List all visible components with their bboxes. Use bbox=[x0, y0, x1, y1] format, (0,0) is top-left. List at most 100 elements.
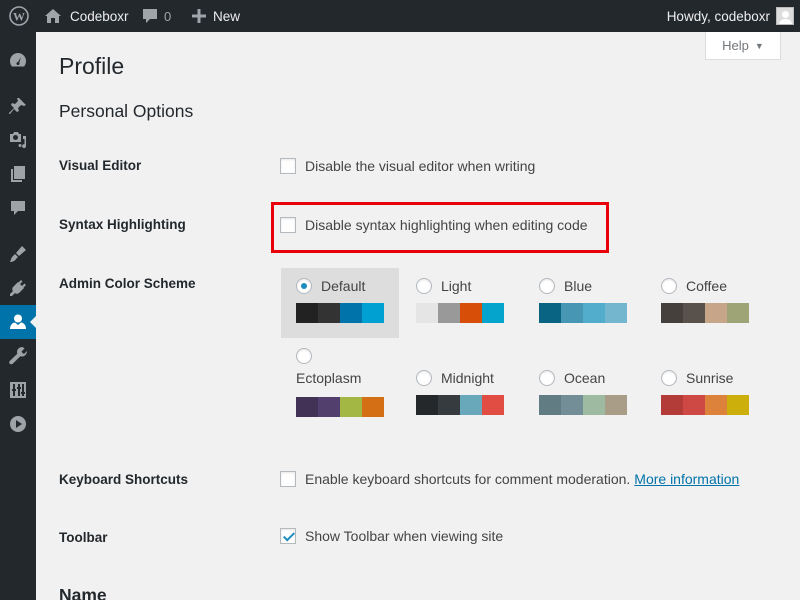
new-content-button[interactable]: New bbox=[192, 0, 240, 32]
swatch bbox=[296, 397, 318, 417]
swatch bbox=[661, 303, 683, 323]
swatch bbox=[705, 395, 727, 415]
new-label: New bbox=[213, 8, 241, 24]
scheme-radio[interactable] bbox=[539, 278, 555, 294]
scheme-name: Blue bbox=[564, 278, 593, 294]
swatch bbox=[482, 303, 504, 323]
home-icon bbox=[45, 9, 61, 23]
toolbar-option-text: Show Toolbar when viewing site bbox=[305, 528, 504, 544]
swatch bbox=[539, 303, 561, 323]
visual-editor-option[interactable]: Disable the visual editor when writing bbox=[280, 158, 535, 174]
sidebar-item-dashboard[interactable] bbox=[0, 43, 36, 77]
wordpress-logo-icon: W bbox=[9, 6, 29, 26]
scheme-option-ocean[interactable]: Ocean bbox=[524, 360, 642, 430]
scheme-option-ectoplasm[interactable]: Ectoplasm bbox=[281, 340, 399, 417]
syntax-highlighting-option[interactable]: Disable syntax highlighting when editing… bbox=[280, 217, 588, 233]
swatch bbox=[460, 395, 482, 415]
comments-link[interactable]: 0 bbox=[142, 0, 171, 32]
visual-editor-checkbox[interactable] bbox=[280, 158, 296, 174]
sidebar-item-pages[interactable] bbox=[0, 157, 36, 191]
toolbar-checkbox[interactable] bbox=[280, 528, 296, 544]
comment-bubble-icon bbox=[143, 9, 157, 23]
sidebar-item-posts[interactable] bbox=[0, 89, 36, 123]
swatch bbox=[605, 395, 627, 415]
toolbar-label: Toolbar bbox=[59, 530, 108, 545]
scheme-radio[interactable] bbox=[296, 348, 312, 364]
visual-editor-label: Visual Editor bbox=[59, 158, 142, 173]
syntax-highlighting-label: Syntax Highlighting bbox=[59, 217, 186, 232]
avatar bbox=[776, 7, 794, 25]
toolbar-option[interactable]: Show Toolbar when viewing site bbox=[280, 528, 503, 544]
scheme-option-coffee[interactable]: Coffee bbox=[646, 268, 764, 338]
site-name: Codeboxr bbox=[70, 8, 129, 24]
swatch bbox=[296, 303, 318, 323]
comments-count: 0 bbox=[164, 8, 172, 24]
scheme-swatches bbox=[539, 303, 627, 323]
swatch bbox=[683, 303, 705, 323]
scheme-radio[interactable] bbox=[416, 278, 432, 294]
tools-icon bbox=[9, 347, 27, 365]
sidebar-item-media[interactable] bbox=[0, 123, 36, 157]
scheme-option-default[interactable]: Default bbox=[281, 268, 399, 338]
admin-bar: W Codeboxr 0 New Howdy, codeboxr bbox=[0, 0, 800, 32]
settings-icon bbox=[10, 382, 26, 398]
syntax-highlighting-checkbox[interactable] bbox=[280, 217, 296, 233]
more-information-link[interactable]: More information bbox=[634, 471, 739, 487]
sidebar-item-plugins[interactable] bbox=[0, 271, 36, 305]
caret-down-icon: ▼ bbox=[754, 40, 764, 51]
users-icon bbox=[10, 314, 26, 329]
scheme-option-light[interactable]: Light bbox=[401, 268, 519, 338]
keyboard-shortcuts-checkbox[interactable] bbox=[280, 471, 296, 487]
scheme-radio[interactable] bbox=[539, 370, 555, 386]
keyboard-shortcuts-label: Keyboard Shortcuts bbox=[59, 472, 189, 487]
swatch bbox=[416, 303, 438, 323]
swatch bbox=[340, 397, 362, 417]
swatch bbox=[318, 397, 340, 417]
scheme-name: Coffee bbox=[686, 278, 727, 294]
sidebar-item-comments[interactable] bbox=[0, 191, 36, 225]
swatch bbox=[661, 395, 683, 415]
scheme-name: Midnight bbox=[441, 370, 494, 386]
scheme-radio[interactable] bbox=[416, 370, 432, 386]
swatch bbox=[583, 395, 605, 415]
swatch bbox=[460, 303, 482, 323]
pages-icon bbox=[11, 166, 25, 182]
scheme-option-blue[interactable]: Blue bbox=[524, 268, 642, 338]
swatch bbox=[583, 303, 605, 323]
keyboard-shortcuts-option[interactable]: Enable keyboard shortcuts for comment mo… bbox=[280, 471, 739, 487]
scheme-name: Sunrise bbox=[686, 370, 734, 386]
scheme-swatches bbox=[296, 303, 384, 323]
swatch bbox=[727, 303, 749, 323]
scheme-name: Default bbox=[321, 278, 366, 294]
appearance-icon bbox=[10, 246, 26, 262]
comments-icon bbox=[11, 201, 25, 215]
section-heading-personal-options: Personal Options bbox=[59, 101, 194, 121]
howdy-text: Howdy, codeboxr bbox=[666, 8, 770, 24]
scheme-name: Ectoplasm bbox=[296, 370, 362, 386]
swatch bbox=[362, 303, 384, 323]
scheme-radio[interactable] bbox=[296, 278, 312, 294]
scheme-name: Light bbox=[441, 278, 472, 294]
help-tab-button[interactable]: Help ▼ bbox=[705, 32, 781, 60]
sidebar-item-users[interactable] bbox=[0, 305, 36, 339]
sidebar-collapse-button[interactable] bbox=[0, 407, 36, 441]
wordpress-logo-button[interactable]: W bbox=[6, 0, 32, 32]
my-account-menu[interactable]: Howdy, codeboxr bbox=[667, 0, 794, 32]
scheme-option-sunrise[interactable]: Sunrise bbox=[646, 360, 764, 430]
admin-sidebar bbox=[0, 32, 36, 600]
admin-color-scheme-label: Admin Color Scheme bbox=[59, 276, 196, 291]
scheme-swatches bbox=[416, 395, 504, 415]
swatch bbox=[482, 395, 504, 415]
pin-icon bbox=[9, 98, 26, 114]
site-name-link[interactable]: Codeboxr bbox=[44, 0, 129, 32]
plus-icon bbox=[192, 9, 206, 23]
sidebar-item-tools[interactable] bbox=[0, 339, 36, 373]
sidebar-item-appearance[interactable] bbox=[0, 237, 36, 271]
sidebar-item-settings[interactable] bbox=[0, 373, 36, 407]
collapse-icon bbox=[10, 416, 26, 432]
scheme-radio[interactable] bbox=[661, 278, 677, 294]
scheme-swatches bbox=[296, 397, 384, 417]
scheme-option-midnight[interactable]: Midnight bbox=[401, 360, 519, 430]
scheme-radio[interactable] bbox=[661, 370, 677, 386]
visual-editor-option-text: Disable the visual editor when writing bbox=[305, 158, 536, 174]
